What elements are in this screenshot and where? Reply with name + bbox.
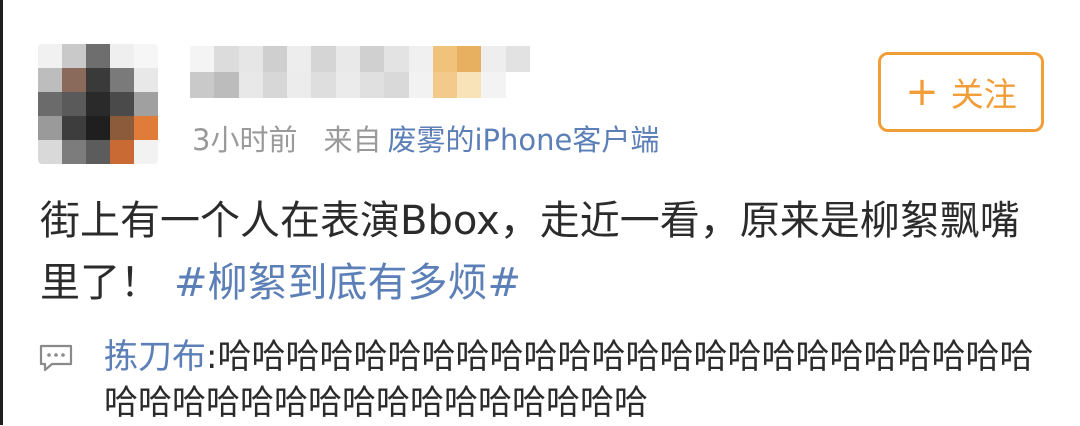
comment-separator: : [206, 337, 218, 377]
comment-author-link[interactable]: 拣刀布 [104, 337, 206, 377]
from-label: 来自 [323, 123, 382, 157]
post-meta: 3小时前 来自 废雾的iPhone客户端 [192, 118, 659, 158]
window-edge [0, 0, 3, 425]
comment-text: 哈哈哈哈哈哈哈哈哈哈哈哈哈哈哈哈哈哈哈哈哈哈哈哈哈哈哈哈哈哈哈哈哈哈哈哈哈哈哈哈 [104, 337, 1034, 423]
username-blurred[interactable] [190, 46, 530, 98]
top-comment: 拣刀布:哈哈哈哈哈哈哈哈哈哈哈哈哈哈哈哈哈哈哈哈哈哈哈哈哈哈哈哈哈哈哈哈哈哈哈哈… [104, 334, 1064, 426]
comment-icon [39, 344, 73, 372]
source-client-link[interactable]: 废雾的iPhone客户端 [387, 117, 659, 159]
post-text: 街上有一个人在表演Bbox，走近一看，原来是柳絮飘嘴里了！ #柳絮到底有多烦# [40, 190, 1050, 314]
user-avatar[interactable] [38, 44, 158, 164]
follow-button[interactable]: + 关注 [878, 52, 1044, 132]
hashtag-link[interactable]: #柳絮到底有多烦# [174, 260, 521, 306]
plus-icon: + [905, 69, 939, 115]
post-time: 3小时前 [192, 123, 298, 157]
follow-label: 关注 [950, 75, 1017, 114]
